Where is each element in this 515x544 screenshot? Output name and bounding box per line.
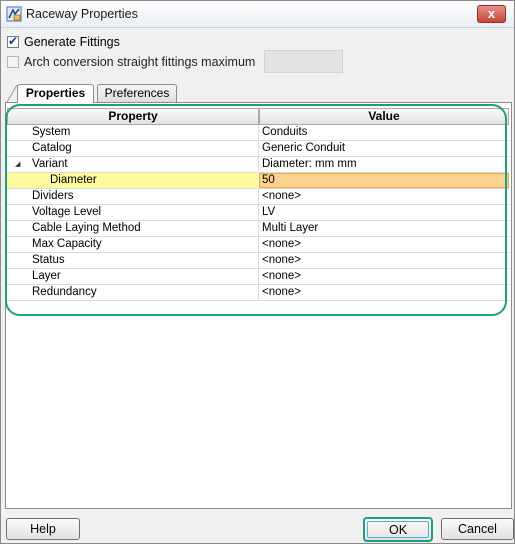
tab-properties[interactable]: Properties: [17, 84, 94, 103]
property-name: Voltage Level: [32, 206, 102, 218]
close-button[interactable]: x: [477, 5, 506, 23]
ok-button[interactable]: OK: [363, 517, 433, 542]
generate-fittings-option[interactable]: Generate Fittings: [7, 34, 120, 50]
grid-header: Property Value: [7, 108, 509, 125]
raceway-properties-dialog: Raceway Properties x Generate Fittings A…: [0, 0, 515, 544]
help-button[interactable]: Help: [6, 518, 80, 540]
property-name: Redundancy: [32, 286, 97, 298]
generate-fittings-checkbox[interactable]: [7, 34, 19, 48]
ok-button-label: OK: [367, 521, 429, 538]
column-separator: [258, 285, 259, 301]
arch-conversion-checkbox[interactable]: [7, 56, 19, 68]
collapse-triangle-icon[interactable]: ◢: [15, 160, 20, 168]
property-value[interactable]: Generic Conduit: [262, 141, 507, 156]
property-value[interactable]: <none>: [262, 269, 507, 284]
close-icon: x: [487, 6, 496, 21]
property-grid: Property Value System Conduits Catalog G…: [7, 108, 509, 505]
diameter-value-input[interactable]: 50: [262, 173, 507, 188]
property-value[interactable]: Multi Layer: [262, 221, 507, 236]
property-name: Dividers: [32, 190, 74, 202]
property-value[interactable]: Conduits: [262, 125, 507, 140]
column-separator: [258, 221, 259, 237]
cancel-button[interactable]: Cancel: [441, 518, 514, 540]
property-name: Catalog: [32, 142, 72, 154]
property-name: Max Capacity: [32, 238, 102, 250]
property-value[interactable]: <none>: [262, 189, 507, 204]
property-value[interactable]: <none>: [262, 253, 507, 268]
property-value[interactable]: LV: [262, 205, 507, 220]
column-separator: [258, 253, 259, 269]
column-separator: [258, 269, 259, 285]
table-row[interactable]: Redundancy <none>: [7, 285, 509, 301]
table-row-selected[interactable]: Diameter 50: [7, 173, 509, 189]
table-row[interactable]: Status <none>: [7, 253, 509, 269]
property-value[interactable]: <none>: [262, 285, 507, 300]
column-separator: [258, 205, 259, 221]
table-row[interactable]: Catalog Generic Conduit: [7, 141, 509, 157]
arch-conversion-input[interactable]: [264, 50, 343, 73]
property-name: System: [32, 126, 71, 138]
table-row[interactable]: Max Capacity <none>: [7, 237, 509, 253]
property-name: Variant: [32, 158, 68, 170]
tab-preferences[interactable]: Preferences: [97, 84, 177, 102]
table-row[interactable]: Layer <none>: [7, 269, 509, 285]
table-row[interactable]: Dividers <none>: [7, 189, 509, 205]
column-separator: [258, 141, 259, 157]
column-separator: [258, 125, 259, 141]
window-title: Raceway Properties: [26, 7, 138, 21]
property-name: Layer: [32, 270, 61, 282]
column-separator: [258, 189, 259, 205]
table-row[interactable]: Cable Laying Method Multi Layer: [7, 221, 509, 237]
table-row[interactable]: System Conduits: [7, 125, 509, 141]
arch-conversion-option[interactable]: Arch conversion straight fittings maximu…: [7, 54, 255, 70]
value-column-header[interactable]: Value: [259, 108, 509, 125]
arch-conversion-label: Arch conversion straight fittings maximu…: [24, 55, 256, 69]
table-row[interactable]: ◢ Variant Diameter: mm mm: [7, 157, 509, 173]
column-separator: [258, 237, 259, 253]
property-name: Cable Laying Method: [32, 222, 141, 234]
property-value[interactable]: Diameter: mm mm: [262, 157, 507, 172]
column-separator: [258, 157, 259, 173]
property-name: Diameter: [50, 174, 97, 186]
property-value[interactable]: <none>: [262, 237, 507, 252]
property-column-header[interactable]: Property: [7, 108, 259, 125]
raceway-app-icon: [6, 6, 22, 22]
property-name: Status: [32, 254, 65, 266]
table-row[interactable]: Voltage Level LV: [7, 205, 509, 221]
generate-fittings-label: Generate Fittings: [24, 35, 120, 49]
title-bar: Raceway Properties x: [1, 1, 514, 28]
